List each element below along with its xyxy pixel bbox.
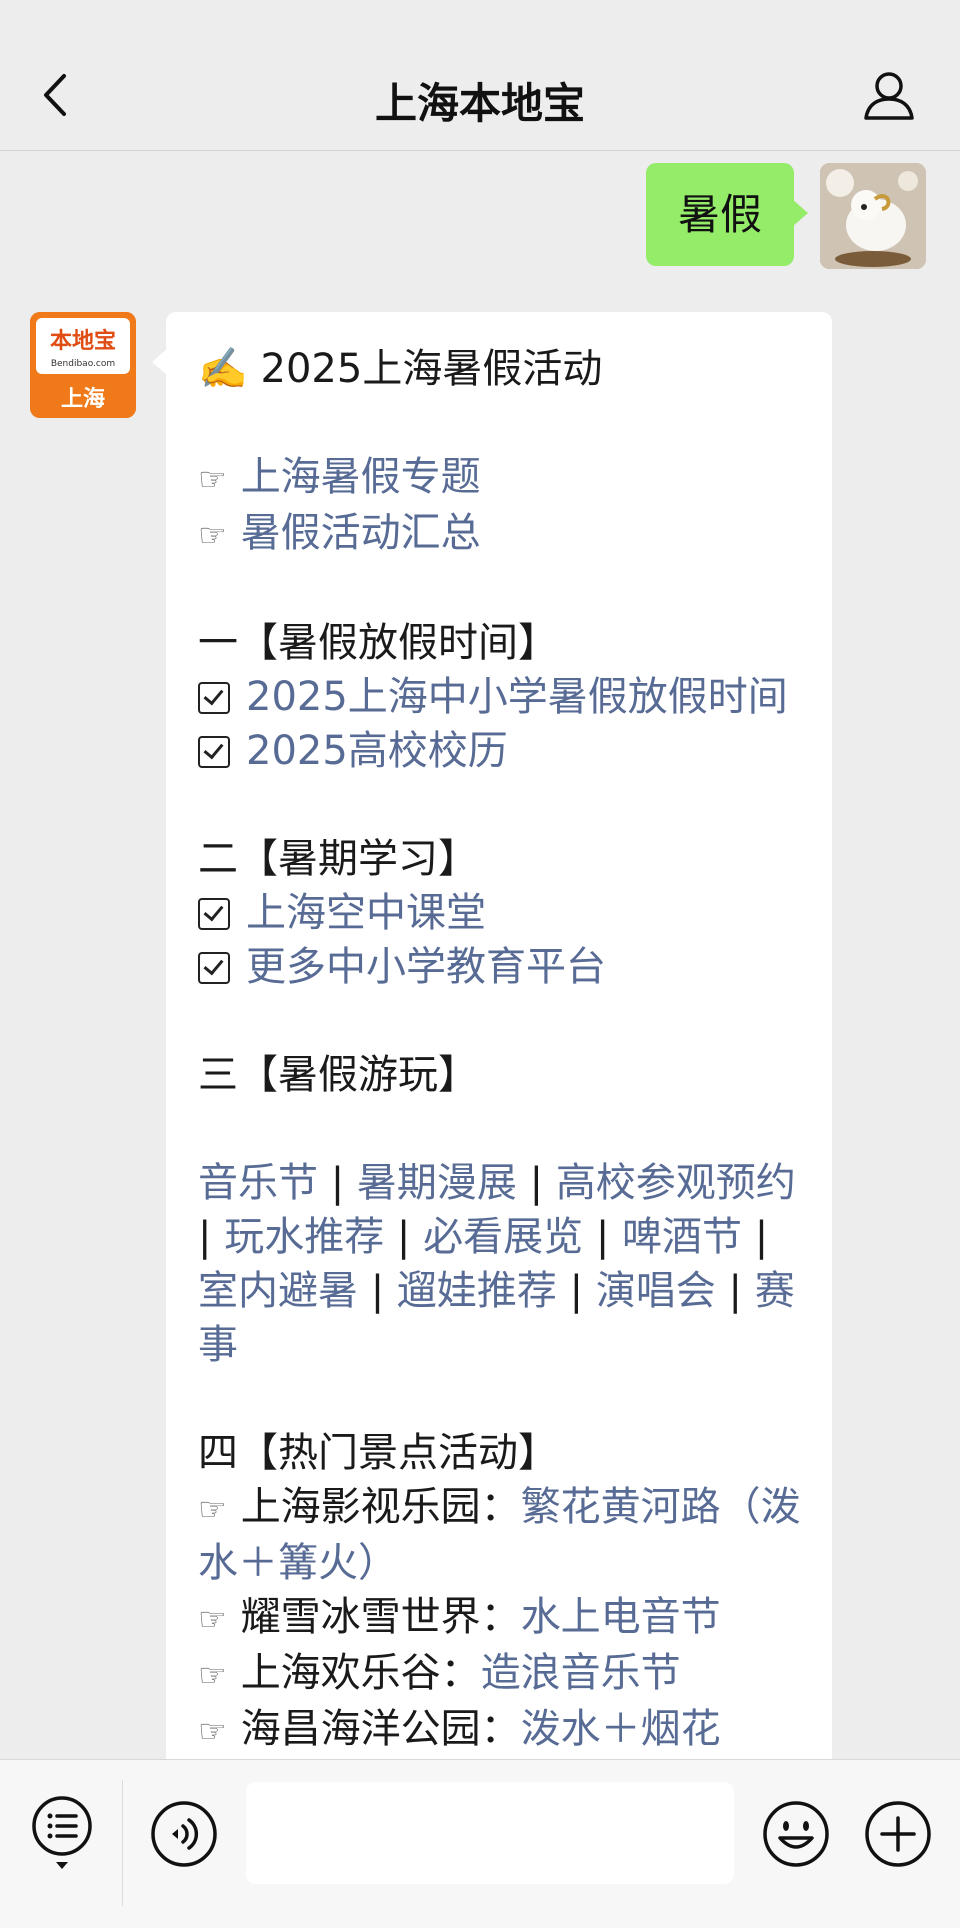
list-item: ☞ 暑假活动汇总 <box>198 506 808 562</box>
link-water-play[interactable]: 玩水推荐 <box>224 1214 384 1260</box>
link-kids-outings[interactable]: 遛娃推荐 <box>397 1268 557 1314</box>
link-music-festival[interactable]: 音乐节 <box>198 1160 318 1206</box>
link-place-activity[interactable]: 造浪音乐节 <box>481 1650 681 1696</box>
checkbox-icon <box>198 682 230 714</box>
user-avatar[interactable] <box>820 163 926 269</box>
separator: | <box>384 1214 424 1260</box>
message-content: ✍️ 2025上海暑假活动 ☞ 上海暑假专题 ☞ 暑假活动汇总 一【暑假放假时间】 … <box>198 342 808 1758</box>
incoming-message-bubble: ✍️ 2025上海暑假活动 ☞ 上海暑假专题 ☞ 暑假活动汇总 一【暑假放假时间】 … <box>152 312 832 1792</box>
link-beer-festival[interactable]: 啤酒节 <box>622 1214 742 1260</box>
bendibao-logo: 本地宝 Bendibao.com 上海 <box>30 312 136 418</box>
place-name: 上海影视乐园： <box>240 1484 521 1530</box>
list-item: ☞ 耀雪冰雪世界：水上电音节 <box>198 1590 808 1646</box>
checkbox-icon <box>198 898 230 930</box>
checkbox-icon <box>198 952 230 984</box>
svg-text:本地宝: 本地宝 <box>50 328 116 354</box>
link-campus-visit[interactable]: 高校参观预约 <box>556 1160 796 1206</box>
fun-links-paragraph: 音乐节 | 暑期漫展 | 高校参观预约 | 玩水推荐 | 必看展览 | 啤酒节 … <box>198 1156 808 1372</box>
nav-bar: 上海本地宝 <box>0 0 960 151</box>
place-name: 耀雪冰雪世界： <box>240 1594 521 1640</box>
list-item: ☞ 上海欢乐谷：造浪音乐节 <box>198 1646 808 1702</box>
voice-icon[interactable] <box>150 1800 218 1868</box>
link-education-platforms[interactable]: 更多中小学教育平台 <box>246 944 606 990</box>
link-place-activity[interactable]: 水上电音节 <box>521 1594 721 1640</box>
message-title: 2025上海暑假活动 <box>260 346 603 392</box>
link-comic-expo[interactable]: 暑期漫展 <box>357 1160 517 1206</box>
writing-hand-emoji: ✍️ <box>198 346 248 392</box>
message-title-line: ✍️ 2025上海暑假活动 <box>198 342 808 396</box>
list-item: 2025上海中小学暑假放假时间 <box>198 670 808 724</box>
link-air-classroom[interactable]: 上海空中课堂 <box>246 890 486 936</box>
separator: | <box>358 1268 397 1314</box>
section-heading: 二【暑期学习】 <box>198 836 478 882</box>
list-item: 更多中小学教育平台 <box>198 940 808 994</box>
outgoing-message-text: 暑假 <box>677 190 762 239</box>
plus-icon[interactable] <box>864 1800 932 1868</box>
pointing-hand-icon: ☞ <box>198 1656 227 1694</box>
svg-text:上海: 上海 <box>61 386 105 412</box>
link-school-holiday-time[interactable]: 2025上海中小学暑假放假时间 <box>246 674 788 720</box>
link-college-calendar[interactable]: 2025高校校历 <box>246 728 508 774</box>
link-exhibitions[interactable]: 必看展览 <box>423 1214 583 1260</box>
pointing-hand-icon: ☞ <box>198 460 227 498</box>
list-item: 上海空中课堂 <box>198 886 808 940</box>
sheep-image <box>820 163 926 269</box>
checkbox-icon <box>198 736 230 768</box>
list-item: 2025高校校历 <box>198 724 808 778</box>
link-activity-summary[interactable]: 暑假活动汇总 <box>241 510 481 556</box>
list-item: ☞ 上海暑假专题 <box>198 450 808 506</box>
list-item: ☞ 上海影视乐园：繁花黄河路（泼水＋篝火） <box>198 1480 808 1590</box>
separator: | <box>715 1268 755 1314</box>
chat-title: 上海本地宝 <box>374 79 585 128</box>
separator: | <box>742 1214 769 1260</box>
list-item: ☞ 海昌海洋公园：泼水＋烟花 <box>198 1702 808 1758</box>
person-icon[interactable] <box>862 70 916 122</box>
pointing-hand-icon: ☞ <box>198 1712 227 1750</box>
separator: | <box>516 1160 556 1206</box>
input-bar-divider <box>122 1780 123 1906</box>
separator: | <box>583 1214 623 1260</box>
separator: | <box>318 1160 357 1206</box>
section-heading: 四【热门景点活动】 <box>198 1430 558 1476</box>
link-indoor-cooling[interactable]: 室内避暑 <box>198 1268 358 1314</box>
svg-text:Bendibao.com: Bendibao.com <box>51 359 115 369</box>
section-heading: 三【暑假游玩】 <box>198 1052 478 1098</box>
chat-input-bar <box>0 1759 960 1928</box>
section-heading: 一【暑假放假时间】 <box>198 620 558 666</box>
separator: | <box>198 1214 225 1260</box>
official-account-avatar[interactable]: 本地宝 Bendibao.com 上海 <box>30 312 136 418</box>
link-place-activity[interactable]: 泼水＋烟花 <box>521 1706 721 1752</box>
list-menu-icon[interactable] <box>30 1794 94 1874</box>
place-name: 海昌海洋公园： <box>240 1706 521 1752</box>
pointing-hand-icon: ☞ <box>198 516 227 554</box>
place-name: 上海欢乐谷： <box>240 1650 481 1696</box>
separator: | <box>556 1268 596 1314</box>
pointing-hand-icon: ☞ <box>198 1490 227 1528</box>
link-concerts[interactable]: 演唱会 <box>596 1268 716 1314</box>
pointing-hand-icon: ☞ <box>198 1600 227 1638</box>
emoji-icon[interactable] <box>762 1800 830 1868</box>
message-input[interactable] <box>246 1782 734 1884</box>
outgoing-message-bubble[interactable]: 暑假 <box>645 163 809 266</box>
link-summer-topic[interactable]: 上海暑假专题 <box>241 454 481 500</box>
